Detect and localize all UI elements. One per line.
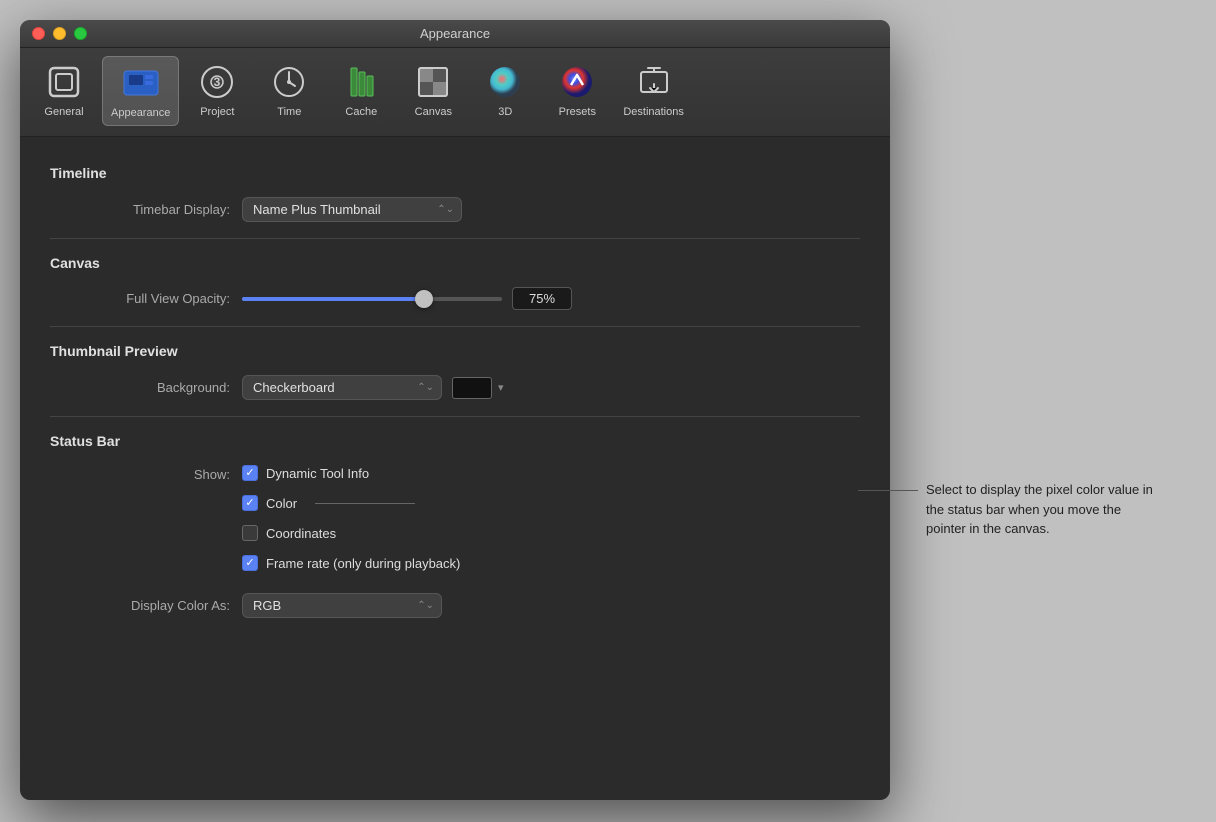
toolbar-item-time[interactable]: Time [255, 56, 323, 126]
show-row: Show: ✓ Dynamic Tool Info ✓ Colo [50, 465, 860, 579]
toolbar-item-project[interactable]: 3 Project [183, 56, 251, 126]
checkbox-row-framerate: ✓ Frame rate (only during playback) [242, 555, 460, 571]
project-label: Project [200, 106, 234, 118]
coordinates-label: Coordinates [266, 526, 336, 541]
opacity-value: 75% [512, 287, 572, 310]
display-color-select[interactable]: RGB HSB HSL CMYK [242, 593, 442, 618]
color-swatch[interactable] [452, 377, 492, 399]
window-title: Appearance [420, 26, 490, 41]
display-color-label: Display Color As: [70, 598, 230, 613]
toolbar-item-destinations[interactable]: Destinations [615, 56, 692, 126]
background-label: Background: [70, 380, 230, 395]
toolbar-item-general[interactable]: General [30, 56, 98, 126]
toolbar-item-appearance[interactable]: Appearance [102, 56, 179, 126]
preferences-content: Timeline Timebar Display: Name Plus Thum… [20, 137, 890, 652]
canvas-icon [413, 62, 453, 102]
time-label: Time [277, 106, 301, 118]
destinations-label: Destinations [623, 106, 684, 118]
opacity-slider-thumb[interactable] [415, 290, 433, 308]
divider-1 [50, 238, 860, 239]
project-icon: 3 [197, 62, 237, 102]
dynamic-tool-checkbox[interactable]: ✓ [242, 465, 258, 481]
display-color-row: Display Color As: RGB HSB HSL CMYK [50, 593, 860, 618]
preferences-window: Appearance General [20, 20, 890, 800]
timebar-display-select[interactable]: Name Plus Thumbnail Name Thumbnail Only … [242, 197, 462, 222]
checkbox-row-coordinates: Coordinates [242, 525, 460, 541]
opacity-row: Full View Opacity: 75% [50, 287, 860, 310]
checkbox-row-dynamic-tool: ✓ Dynamic Tool Info [242, 465, 460, 481]
opacity-slider-fill [242, 297, 424, 301]
statusbar-section-title: Status Bar [50, 433, 860, 449]
toolbar-item-canvas[interactable]: Canvas [399, 56, 467, 126]
dynamic-tool-label: Dynamic Tool Info [266, 466, 369, 481]
destinations-icon [634, 62, 674, 102]
opacity-slider-track[interactable] [242, 297, 502, 301]
appearance-label: Appearance [111, 107, 170, 119]
minimize-button[interactable] [53, 27, 66, 40]
timebar-label: Timebar Display: [70, 202, 230, 217]
time-icon [269, 62, 309, 102]
title-bar: Appearance [20, 20, 890, 48]
timeline-section-title: Timeline [50, 165, 860, 181]
annotation-text: Select to display the pixel color value … [926, 480, 1156, 539]
maximize-button[interactable] [74, 27, 87, 40]
framerate-checkbox[interactable]: ✓ [242, 555, 258, 571]
timebar-display-row: Timebar Display: Name Plus Thumbnail Nam… [50, 197, 860, 222]
annotation-connector-line [858, 490, 918, 491]
toolbar-item-cache[interactable]: Cache [327, 56, 395, 126]
color-checkbox[interactable]: ✓ [242, 495, 258, 511]
color-label: Color [266, 496, 297, 511]
checkmark-icon: ✓ [245, 468, 254, 479]
color-picker-wrapper: ▾ [452, 377, 504, 399]
checkmark-icon: ✓ [245, 498, 254, 509]
background-select[interactable]: Checkerboard White Black Custom [242, 375, 442, 400]
checkmark-icon: ✓ [245, 558, 254, 569]
3d-label: 3D [498, 106, 512, 118]
color-chevron-icon[interactable]: ▾ [498, 381, 504, 394]
toolbar: General Appearance [20, 48, 890, 137]
divider-2 [50, 326, 860, 327]
annotation-line-connector [315, 503, 415, 504]
appearance-icon [121, 63, 161, 103]
general-icon [44, 62, 84, 102]
cache-icon [341, 62, 381, 102]
general-label: General [44, 106, 83, 118]
checkbox-row-color: ✓ Color [242, 495, 460, 511]
thumbnail-section-title: Thumbnail Preview [50, 343, 860, 359]
canvas-section-title: Canvas [50, 255, 860, 271]
traffic-lights [32, 27, 87, 40]
annotation-container: Select to display the pixel color value … [858, 480, 1156, 539]
cache-label: Cache [345, 106, 377, 118]
presets-icon [557, 62, 597, 102]
svg-text:3: 3 [214, 75, 221, 89]
show-label: Show: [70, 465, 230, 482]
toolbar-item-presets[interactable]: Presets [543, 56, 611, 126]
presets-label: Presets [559, 106, 596, 118]
timebar-select-wrapper[interactable]: Name Plus Thumbnail Name Thumbnail Only … [242, 197, 462, 222]
canvas-label: Canvas [415, 106, 452, 118]
background-row: Background: Checkerboard White Black Cus… [50, 375, 860, 400]
background-select-wrapper[interactable]: Checkerboard White Black Custom [242, 375, 442, 400]
coordinates-checkbox[interactable] [242, 525, 258, 541]
toolbar-item-3d[interactable]: 3D [471, 56, 539, 126]
framerate-label: Frame rate (only during playback) [266, 556, 460, 571]
opacity-label: Full View Opacity: [70, 291, 230, 306]
close-button[interactable] [32, 27, 45, 40]
3d-icon [485, 62, 525, 102]
divider-3 [50, 416, 860, 417]
display-color-select-wrapper[interactable]: RGB HSB HSL CMYK [242, 593, 442, 618]
opacity-slider-container: 75% [242, 287, 572, 310]
checkboxes-group: ✓ Dynamic Tool Info ✓ Color [242, 465, 460, 579]
